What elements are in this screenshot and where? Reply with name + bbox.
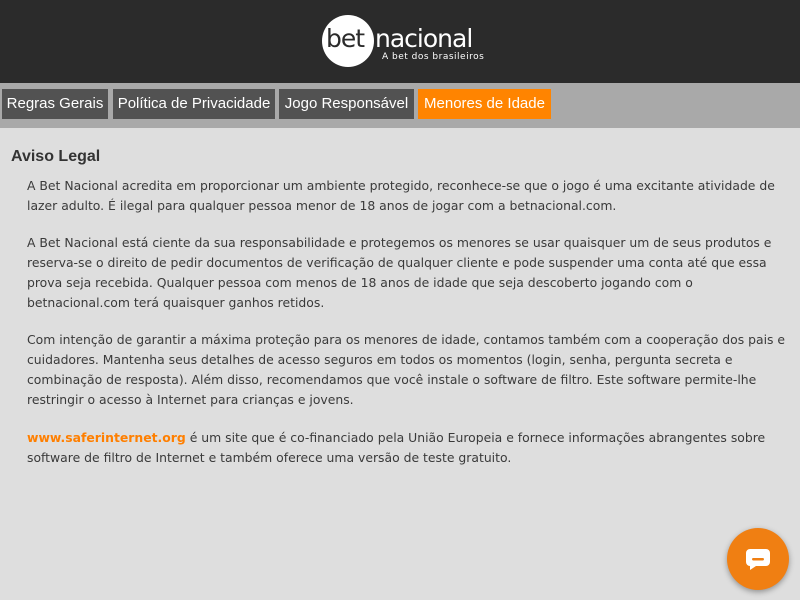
- paragraph-responsibility: A Bet Nacional está ciente da sua respon…: [27, 235, 772, 310]
- tab-politica-de-privacidade[interactable]: Política de Privacidade: [113, 89, 275, 119]
- logo-tagline: A bet dos brasileiros: [382, 52, 485, 62]
- main-content: Aviso Legal A Bet Nacional acredita em p…: [0, 128, 800, 600]
- saferinternet-link[interactable]: www.saferinternet.org: [27, 430, 186, 445]
- tab-menores-de-idade[interactable]: Menores de Idade: [418, 89, 551, 119]
- logo-bet-text: bet: [326, 24, 365, 53]
- page-title: Aviso Legal: [11, 148, 101, 165]
- paragraph-parents: Com intenção de garantir a máxima proteç…: [27, 332, 786, 407]
- paragraph-saferinternet: www.saferinternet.org é um site que é co…: [27, 428, 795, 468]
- paragraph-intro: A Bet Nacional acredita em proporcionar …: [27, 178, 775, 213]
- chat-bubble-icon: [746, 549, 770, 570]
- tab-regras-gerais[interactable]: Regras Gerais: [2, 89, 108, 119]
- chat-button[interactable]: [727, 528, 789, 590]
- logo-nacional-text: nacional: [375, 24, 473, 53]
- brand-logo[interactable]: bet nacional A bet dos brasileiros: [322, 15, 485, 67]
- site-header: bet nacional A bet dos brasileiros: [0, 0, 800, 83]
- tab-bar: Regras Gerais Política de Privacidade Jo…: [0, 83, 800, 128]
- tab-jogo-responsavel[interactable]: Jogo Responsável: [279, 89, 414, 119]
